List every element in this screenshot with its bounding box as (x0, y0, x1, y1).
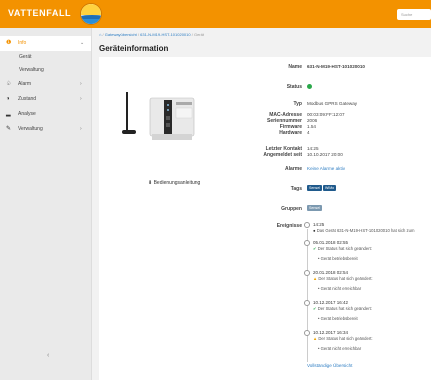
event-message: ✔ Der Status hat sich geändert: (313, 246, 372, 251)
status-indicator (307, 84, 312, 89)
timeline-line (307, 229, 308, 362)
mac-address: 00:03:09:FF:12:07 (307, 112, 345, 117)
sidebar-item-label: Zustand (18, 96, 37, 102)
wrench-icon: ✎ (6, 126, 12, 132)
full-overview-link[interactable]: Vollständige Übersicht (307, 363, 352, 368)
registered-label: Angemeldet seit (263, 152, 302, 158)
event-time: 10.12.2017 16:34 (313, 330, 349, 335)
alarms-label: Alarme (285, 166, 302, 172)
event-detail: • Gerät nicht erreichbar (318, 346, 362, 351)
bar-chart-icon: ▂ (6, 111, 11, 117)
vattenfall-logo[interactable] (80, 3, 102, 25)
sidebar-item-zustand[interactable]: ◑ Zustand › (0, 92, 91, 107)
type-label: Typ (293, 101, 302, 107)
event-message: ▲ Der Status hat sich geändert: (313, 336, 373, 341)
alarms-link[interactable]: Keine Alarme aktiv (307, 166, 345, 171)
bell-icon: ♤ (6, 81, 12, 87)
device-name: 631-N-M19-HST-101020010 (307, 64, 365, 69)
brand-name: VATTENFALL (8, 8, 72, 18)
events-label: Ereignisse (276, 223, 302, 229)
last-contact: 14:25 (307, 146, 319, 151)
sidebar-item-label: Alarm (18, 81, 32, 87)
sidebar-item-analyse[interactable]: ▂ Analyse (0, 107, 91, 122)
manual-download-link[interactable]: ⬇ Bedienungsanleitung (148, 180, 200, 186)
sidebar: ❶ Info ⌄ Gerät Verwaltung ♤ Alarm › ◑ Zu… (0, 28, 92, 380)
name-label: Name (288, 64, 302, 70)
breadcrumb-gateway-overview[interactable]: Gatewayübersicht (105, 32, 137, 37)
breadcrumb-gateway[interactable]: 631-N-M19-HST-101020010 (140, 32, 190, 37)
registered-since: 10.10.2017 20:00 (307, 152, 343, 157)
sidebar-subitem-verwaltung[interactable]: Verwaltung (0, 64, 91, 77)
chevron-right-icon: › (80, 126, 82, 132)
check-icon: ✔ (313, 306, 317, 311)
sidebar-item-label: Analyse (18, 111, 36, 117)
timeline-node (304, 240, 310, 246)
sidebar-item-verwaltung[interactable]: ✎ Verwaltung › (0, 122, 91, 137)
half-circle-icon: ◑ (6, 96, 10, 102)
sidebar-item-label: Verwaltung (18, 126, 43, 132)
status-label: Status (286, 84, 302, 90)
hardware-version: 4 (307, 130, 310, 135)
home-icon[interactable]: ⌂ (99, 32, 101, 37)
chevron-right-icon: › (80, 81, 82, 87)
tags-label: Tags (290, 186, 302, 192)
top-bar: VATTENFALL Suche (0, 0, 431, 28)
chevron-right-icon: › (80, 96, 82, 102)
breadcrumb: ⌂ / Gatewayübersicht / 631-N-M19-HST-101… (99, 32, 204, 37)
device-image (122, 92, 195, 140)
download-icon: ⬇ (148, 180, 153, 186)
info-icon: ● (313, 228, 316, 233)
warning-icon: ▲ (313, 276, 318, 281)
chevron-down-icon: ⌄ (80, 40, 85, 46)
event-time: 10.12.2017 16:42 (313, 300, 349, 305)
page-title: Geräteinformation (99, 44, 169, 53)
event-detail: • Gerät nicht erreichbar (318, 286, 362, 291)
device-type: Modbus GPRS Gateway (307, 101, 358, 106)
event-time: 20.01.2018 02:54 (313, 270, 349, 275)
firmware-version: 1.54 (307, 124, 316, 129)
groups-list: Sensel (307, 205, 323, 211)
event-detail: • Gerät betriebsbereit (318, 256, 358, 261)
hardware-label: Hardware (279, 130, 302, 136)
tag-badge[interactable]: WiMo (323, 185, 337, 191)
event-message: ✔ Der Status hat sich geändert: (313, 306, 372, 311)
breadcrumb-current: Gerät (193, 32, 204, 37)
warning-icon: ▲ (313, 336, 318, 341)
info-icon: ❶ (6, 40, 12, 46)
event-message: ● Das Gerät 631-N-M19-HST-101020010 hat … (313, 228, 415, 233)
event-message: ▲ Der Status hat sich geändert: (313, 276, 373, 281)
event-detail: • Gerät betriebsbereit (318, 316, 358, 321)
check-icon: ✔ (313, 246, 317, 251)
serial-number: 2006 (307, 118, 318, 123)
timeline-node (304, 300, 310, 306)
event-time: 14:25 (313, 222, 325, 227)
sidebar-item-info[interactable]: ❶ Info ⌄ (0, 36, 91, 51)
search-input[interactable]: Suche (397, 9, 431, 20)
tag-badge[interactable]: Sensel (307, 185, 322, 191)
sidebar-subitem-geraet[interactable]: Gerät (0, 51, 91, 64)
sidebar-item-alarm[interactable]: ♤ Alarm › (0, 77, 91, 92)
timeline-node (304, 330, 310, 336)
sidebar-item-label: Info (18, 40, 27, 46)
tags-list: Sensel WiMo (307, 185, 337, 191)
group-badge[interactable]: Sensel (307, 205, 322, 211)
timeline-node (304, 222, 310, 228)
event-time: 05.01.2018 02:55 (313, 240, 349, 245)
timeline-node (304, 270, 310, 276)
groups-label: Gruppen (281, 206, 302, 212)
collapse-sidebar-icon[interactable]: ‹ (47, 352, 49, 359)
